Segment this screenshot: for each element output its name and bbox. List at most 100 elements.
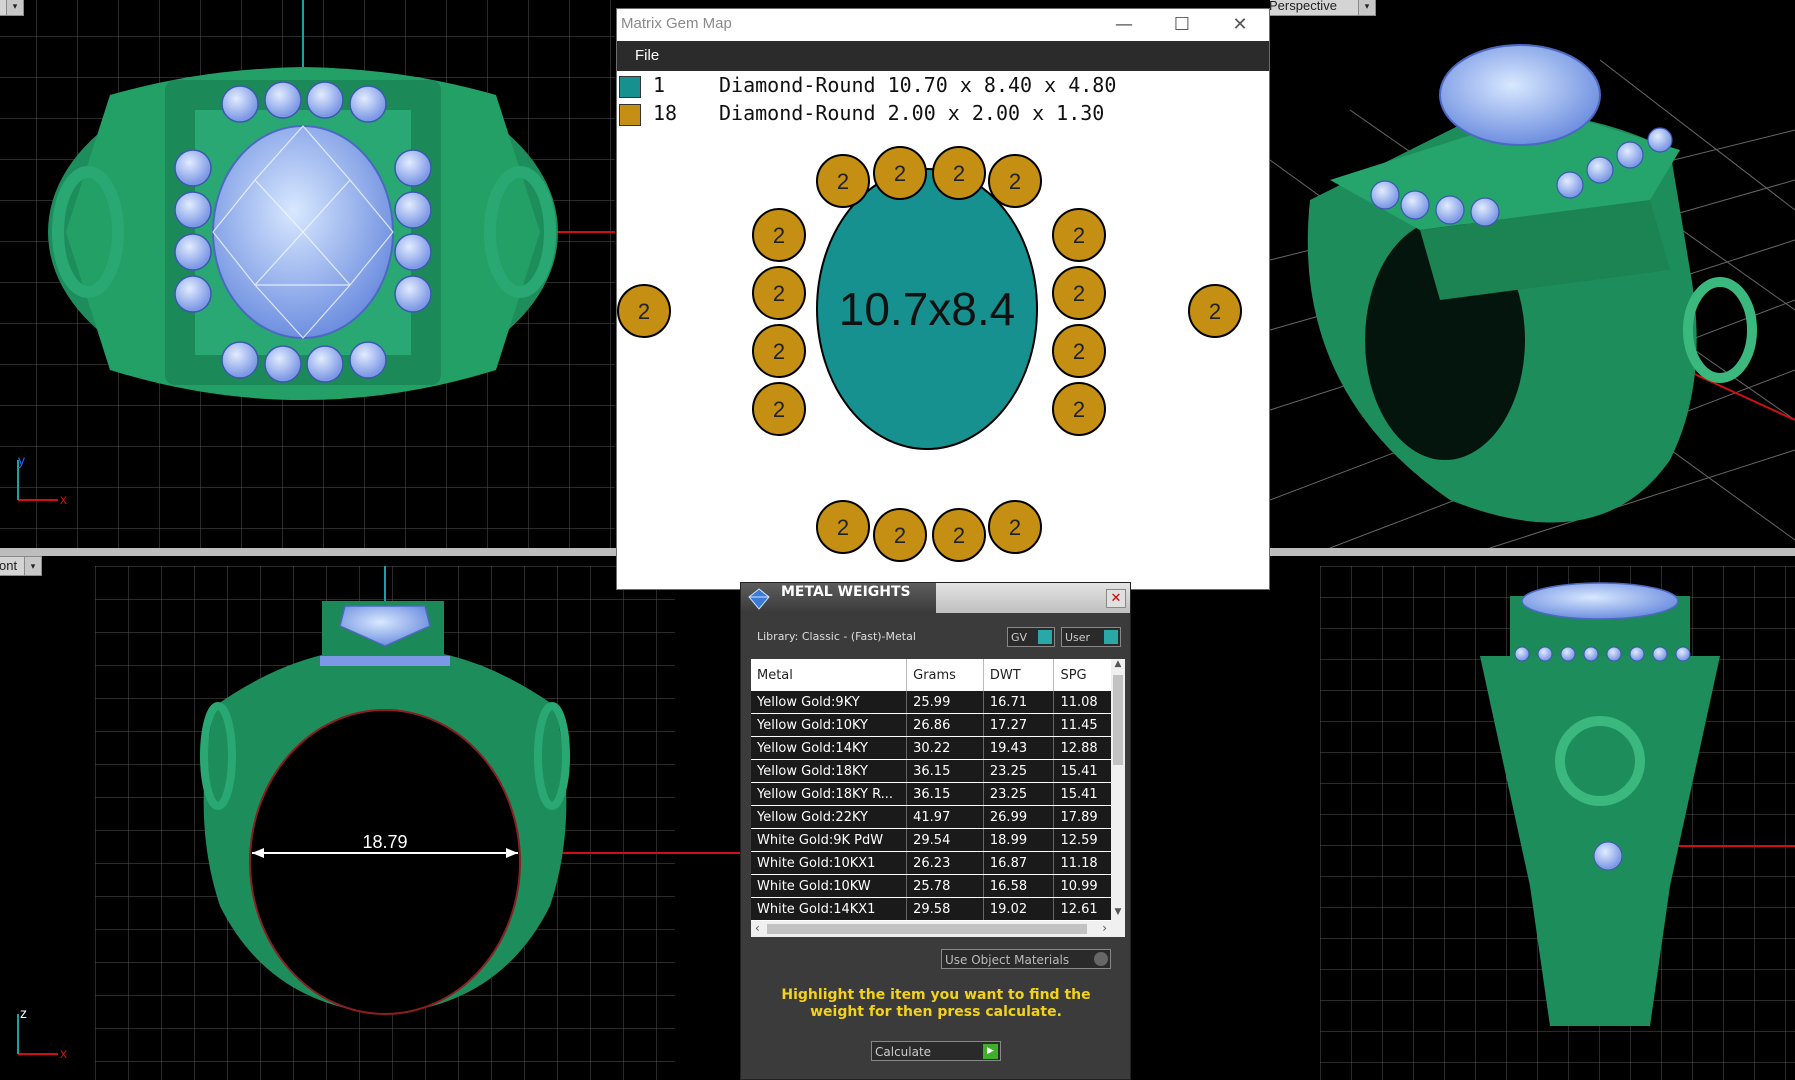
table-row[interactable]: Yellow Gold:10KY 26.86 17.27 11.45 xyxy=(751,713,1125,737)
calculate-button[interactable]: Calculate ▶ xyxy=(871,1041,1001,1061)
gem-map-titlebar[interactable]: Matrix Gem Map — ☐ ✕ xyxy=(617,9,1269,41)
table-row[interactable]: Yellow Gold:9KY 25.99 16.71 11.08 xyxy=(751,691,1125,714)
table-cell: 26.86 xyxy=(906,713,984,737)
scroll-thumb[interactable] xyxy=(767,924,1087,934)
gem-map-window[interactable]: Matrix Gem Map — ☐ ✕ File 1 Diamond-Roun… xyxy=(616,8,1270,590)
scroll-left-icon[interactable]: ‹ xyxy=(755,921,760,935)
viewport-label-perspective: Perspective xyxy=(1270,0,1337,13)
axis-label-x: x xyxy=(60,1045,67,1061)
viewport-menu-button[interactable]: ▾ xyxy=(0,0,24,16)
front-view-canvas: 18.79 z x xyxy=(17,566,740,1080)
viewport-perspective[interactable]: Perspective ▾ xyxy=(1270,0,1795,548)
menu-file[interactable]: File xyxy=(635,47,659,64)
gem-logo-icon xyxy=(748,588,770,610)
side-stone-label: 2 xyxy=(837,169,849,194)
scroll-thumb[interactable] xyxy=(1113,675,1123,765)
table-row[interactable]: Yellow Gold:18KY R... 36.15 23.25 15.41 xyxy=(751,782,1125,806)
table-cell: 18.99 xyxy=(983,828,1055,852)
ring-size-dimension: 18.79 xyxy=(362,832,407,852)
metal-weights-table-container[interactable]: Metal Grams DWT SPG Yellow Gold:9KY 25.99 16.… xyxy=(751,659,1125,921)
table-cell: White Gold:10KX1 xyxy=(751,851,908,875)
gv-toggle[interactable]: GV xyxy=(1007,627,1055,647)
side-stone[interactable]: 2 xyxy=(1052,324,1106,378)
side-stone[interactable]: 2 xyxy=(752,266,806,320)
calculate-label: Calculate xyxy=(875,1045,932,1059)
user-toggle[interactable]: User xyxy=(1061,627,1121,647)
table-cell: 23.25 xyxy=(983,782,1055,806)
maximize-button[interactable]: ☐ xyxy=(1153,9,1211,41)
side-stone[interactable]: 2 xyxy=(1052,208,1106,262)
instruction-message: Highlight the item you want to find the … xyxy=(781,987,1091,1020)
side-stone[interactable]: 2 xyxy=(617,284,671,338)
side-stone[interactable]: 2 xyxy=(816,154,870,208)
side-stone[interactable]: 2 xyxy=(932,146,986,200)
chevron-down-icon: ▾ xyxy=(1358,0,1375,15)
table-row[interactable]: Yellow Gold:18KY 36.15 23.25 15.41 xyxy=(751,759,1125,783)
legend-count: 1 xyxy=(653,73,666,97)
side-stone[interactable]: 2 xyxy=(752,324,806,378)
scroll-down-icon[interactable]: ▼ xyxy=(1111,907,1125,921)
vertical-scrollbar[interactable]: ▲ ▼ xyxy=(1111,659,1125,921)
column-header[interactable]: DWT xyxy=(983,659,1055,691)
table-cell: 41.97 xyxy=(906,805,984,829)
side-stone[interactable]: 2 xyxy=(932,508,986,562)
table-cell: 25.78 xyxy=(906,874,984,898)
table-cell: 29.54 xyxy=(906,828,984,852)
side-stone[interactable]: 2 xyxy=(816,500,870,554)
gv-toggle-label: GV xyxy=(1011,631,1028,644)
use-object-materials-toggle[interactable]: Use Object Materials xyxy=(941,949,1111,969)
table-cell: 26.23 xyxy=(906,851,984,875)
table-row[interactable]: White Gold:14KX1 29.58 19.02 12.61 xyxy=(751,897,1125,921)
table-cell: Yellow Gold:18KY xyxy=(751,759,908,783)
side-stone[interactable]: 2 xyxy=(1052,266,1106,320)
play-icon: ▶ xyxy=(983,1044,998,1059)
viewport-menu-front[interactable]: ont ▾ xyxy=(0,556,42,576)
side-stone[interactable]: 2 xyxy=(1052,382,1106,436)
viewport-menu-perspective[interactable]: Perspective ▾ xyxy=(1270,0,1376,16)
side-stone[interactable]: 2 xyxy=(752,208,806,262)
table-cell: White Gold:10KW xyxy=(751,874,908,898)
metal-weights-panel[interactable]: METAL WEIGHTS ✕ Library: Classic - (Fast… xyxy=(740,582,1131,1080)
viewport-top[interactable]: y x ▾ xyxy=(0,0,615,548)
table-cell: 16.71 xyxy=(983,691,1055,714)
legend-swatch-center xyxy=(619,76,641,98)
side-stone-label: 2 xyxy=(894,161,906,186)
table-cell: Yellow Gold:14KY xyxy=(751,736,908,760)
viewport-front[interactable]: 18.79 z x ont ▾ xyxy=(0,556,740,1080)
minimize-button[interactable]: — xyxy=(1095,9,1153,41)
table-row[interactable]: Yellow Gold:14KY 30.22 19.43 12.88 xyxy=(751,736,1125,760)
side-stone-label: 2 xyxy=(1009,169,1021,194)
column-header[interactable]: Metal xyxy=(751,659,908,691)
table-cell: 25.99 xyxy=(906,691,984,714)
side-stone[interactable]: 2 xyxy=(873,508,927,562)
side-stone[interactable]: 2 xyxy=(873,146,927,200)
side-stone[interactable]: 2 xyxy=(752,382,806,436)
table-cell: 36.15 xyxy=(906,782,984,806)
close-icon[interactable]: ✕ xyxy=(1106,589,1126,608)
side-stone-label: 2 xyxy=(638,299,650,324)
top-view-canvas: y x xyxy=(0,0,615,548)
side-stone-label: 2 xyxy=(1073,281,1085,306)
table-row[interactable]: White Gold:10KX1 26.23 16.87 11.18 xyxy=(751,851,1125,875)
perspective-view-canvas xyxy=(1270,44,1795,548)
side-stone[interactable]: 2 xyxy=(988,154,1042,208)
user-toggle-label: User xyxy=(1065,631,1091,644)
side-stone[interactable]: 2 xyxy=(1188,284,1242,338)
center-stone-label: 10.7x8.4 xyxy=(839,283,1015,335)
table-cell: Yellow Gold:10KY xyxy=(751,713,908,737)
scroll-right-icon[interactable]: › xyxy=(1102,921,1107,935)
close-button[interactable]: ✕ xyxy=(1211,9,1269,41)
table-cell: 16.58 xyxy=(983,874,1055,898)
table-cell: 26.99 xyxy=(983,805,1055,829)
column-header[interactable]: Grams xyxy=(906,659,984,691)
side-stone[interactable]: 2 xyxy=(988,500,1042,554)
viewport-side[interactable] xyxy=(1130,556,1795,1080)
horizontal-scrollbar[interactable]: ‹ › xyxy=(751,921,1125,937)
scroll-up-icon[interactable]: ▲ xyxy=(1111,659,1125,673)
legend-description: Diamond-Round 2.00 x 2.00 x 1.30 xyxy=(719,101,1105,125)
table-row[interactable]: White Gold:10KW 25.78 16.58 10.99 xyxy=(751,874,1125,898)
side-stone-label: 2 xyxy=(1073,223,1085,248)
table-row[interactable]: White Gold:9K PdW 29.54 18.99 12.59 xyxy=(751,828,1125,852)
table-row[interactable]: Yellow Gold:22KY 41.97 26.99 17.89 xyxy=(751,805,1125,829)
gem-map-canvas[interactable]: 10.7x8.4 2 2 2 2 2 2 2 2 2 2 2 2 2 2 2 2 2 2 xyxy=(617,125,1269,589)
